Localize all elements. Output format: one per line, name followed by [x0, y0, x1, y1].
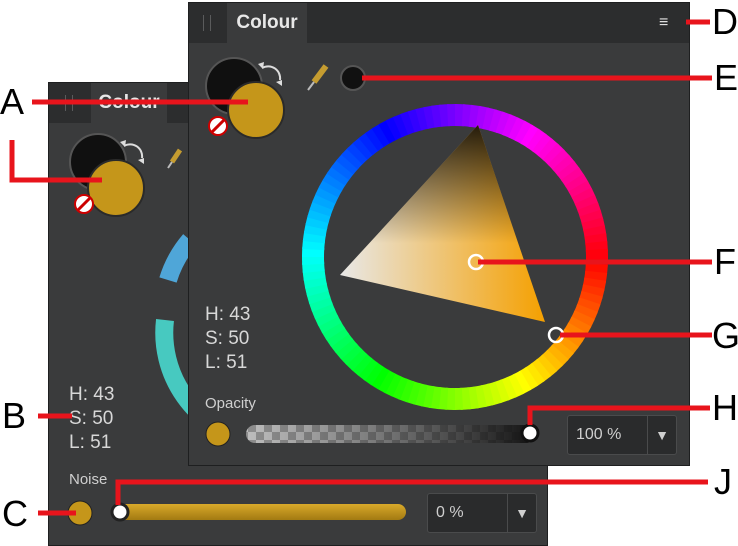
- callout-label-b: B: [2, 395, 27, 436]
- callout-label-j: J: [714, 461, 732, 502]
- opacity-swatch[interactable]: [205, 421, 231, 447]
- callout-label-c: C: [2, 493, 28, 534]
- front-panel-graphics: [9, 19, 712, 516]
- opacity-gradient: [246, 425, 536, 443]
- opacity-slider-handle[interactable]: [520, 423, 540, 443]
- picked-colour-swatch[interactable]: [340, 65, 366, 91]
- front-primary-swatch[interactable]: [227, 81, 285, 139]
- front-no-colour-icon[interactable]: [208, 116, 228, 136]
- callout-label-g: G: [712, 315, 738, 356]
- front-eyedropper-icon[interactable]: [307, 64, 329, 91]
- callout-label-a: A: [0, 81, 25, 122]
- callout-label-e: E: [714, 57, 738, 98]
- callout-label-h: H: [712, 387, 738, 428]
- callout-label-f: F: [714, 241, 736, 282]
- callout-label-d: D: [712, 1, 738, 42]
